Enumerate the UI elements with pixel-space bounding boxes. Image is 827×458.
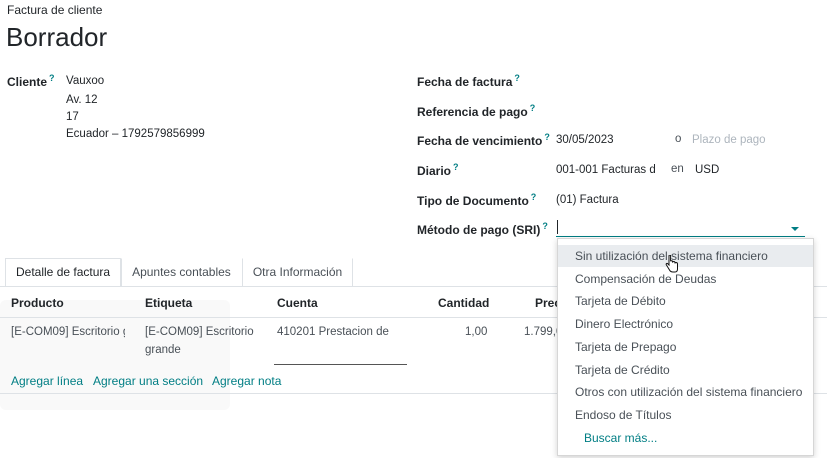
dropdown-option[interactable]: Tarjeta de Crédito [558, 359, 813, 381]
payment-reference-input[interactable] [556, 100, 806, 120]
help-icon[interactable]: ? [544, 132, 550, 142]
customer-address-line2: 17 [66, 111, 79, 123]
notebook-tabs: Detalle de factura Apuntes contables Otr… [5, 258, 354, 287]
help-icon[interactable]: ? [530, 103, 536, 113]
column-header-product[interactable]: Producto [11, 296, 64, 310]
dropdown-option[interactable]: Tarjeta de Prepago [558, 336, 813, 358]
search-more-link[interactable]: Buscar más... [558, 427, 813, 449]
invoice-date-label: Fecha de factura? [417, 73, 520, 89]
column-header-quantity[interactable]: Cantidad [438, 296, 489, 310]
help-icon[interactable]: ? [453, 162, 459, 172]
invoice-date-input[interactable] [556, 70, 806, 90]
column-header-account[interactable]: Cuenta [277, 296, 318, 310]
add-line-link[interactable]: Agregar línea [11, 374, 83, 388]
tab-other-info[interactable]: Otra Información [241, 258, 354, 286]
dropdown-option[interactable]: Endoso de Títulos [558, 404, 813, 426]
add-section-link[interactable]: Agregar una sección [93, 374, 203, 388]
document-type-select[interactable]: (01) Factura [556, 194, 619, 206]
caret-down-icon[interactable] [791, 227, 799, 231]
payment-method-select[interactable] [556, 219, 805, 237]
row-product[interactable]: [E-COM09] Escritorio g [11, 326, 125, 338]
dropdown-option[interactable]: Otros con utilización del sistema financ… [558, 381, 813, 403]
payment-term-input[interactable]: Plazo de pago [692, 134, 766, 146]
account-field-underline [274, 364, 407, 365]
breadcrumb[interactable]: Factura de cliente [7, 3, 102, 17]
customer-country-vat: Ecuador – 1792579856999 [66, 128, 205, 140]
dropdown-option[interactable]: Compensación de Deudas [558, 268, 813, 290]
journal-select[interactable]: 001-001 Facturas d [556, 164, 656, 176]
help-icon[interactable]: ? [49, 73, 55, 83]
row-label-line1[interactable]: [E-COM09] Escritorio [145, 326, 254, 338]
tab-invoice-lines[interactable]: Detalle de factura [5, 258, 122, 287]
due-date-input[interactable]: 30/05/2023 [556, 134, 614, 146]
dropdown-option[interactable]: Dinero Electrónico [558, 313, 813, 335]
help-icon[interactable]: ? [531, 192, 537, 202]
column-header-label[interactable]: Etiqueta [145, 296, 192, 310]
customer-address-line1: Av. 12 [66, 94, 98, 106]
hand-cursor-icon [665, 255, 678, 273]
page-title: Borrador [6, 22, 108, 52]
document-type-label: Tipo de Documento? [417, 192, 537, 208]
text-cursor [557, 220, 558, 234]
help-icon[interactable]: ? [514, 73, 520, 83]
row-quantity[interactable]: 1,00 [465, 326, 487, 338]
or-text: o [675, 133, 682, 145]
customer-label: Cliente? [7, 73, 55, 89]
currency-select[interactable]: USD [695, 164, 719, 176]
due-date-label: Fecha de vencimiento? [417, 132, 550, 148]
journal-label: Diario? [417, 162, 459, 178]
row-label-line2[interactable]: grande [145, 344, 181, 356]
payment-method-dropdown: Sin utilización del sistema financiero C… [557, 238, 814, 456]
dropdown-option[interactable]: Tarjeta de Débito [558, 290, 813, 312]
in-text: en [671, 163, 684, 175]
dropdown-option[interactable]: Sin utilización del sistema financiero [558, 245, 813, 267]
payment-method-label: Método de pago (SRI)? [417, 221, 548, 237]
customer-name[interactable]: Vauxoo [66, 75, 104, 87]
row-account[interactable]: 410201 Prestacion de [277, 326, 389, 338]
help-icon[interactable]: ? [542, 221, 548, 231]
tab-journal-items[interactable]: Apuntes contables [121, 258, 242, 286]
payment-reference-label: Referencia de pago? [417, 103, 536, 119]
add-note-link[interactable]: Agregar nota [212, 374, 281, 388]
